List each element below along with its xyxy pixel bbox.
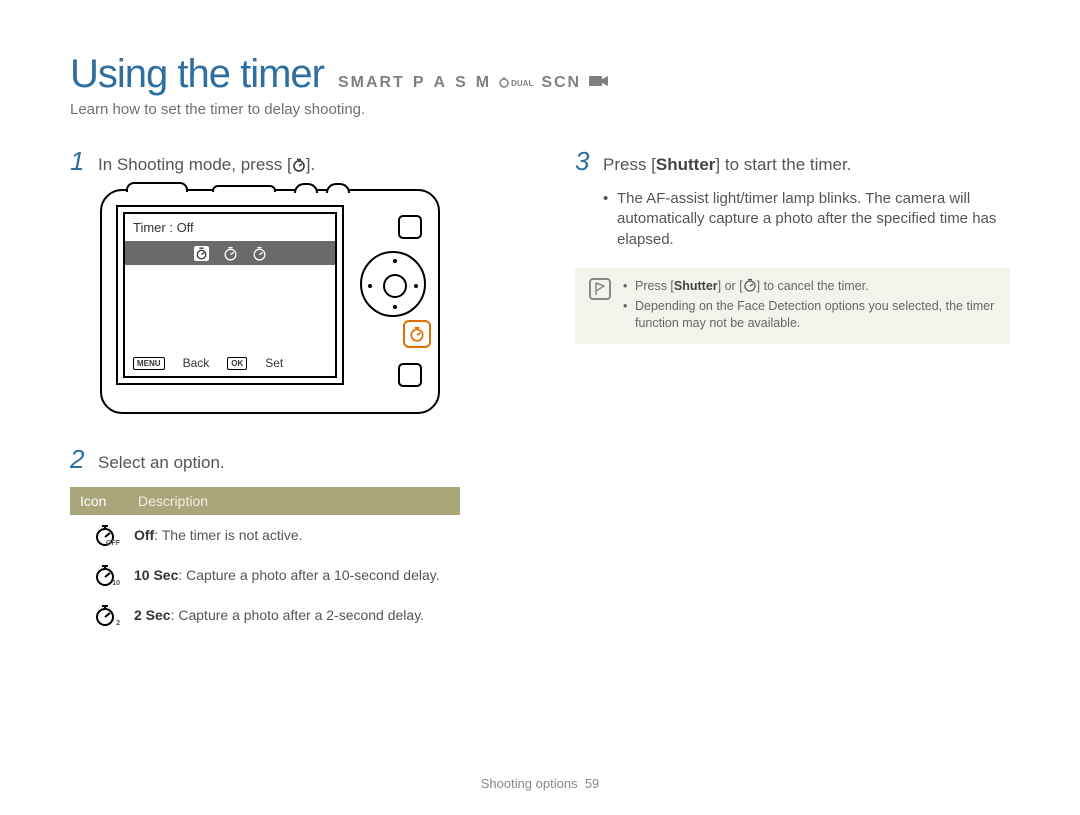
options-table-header: Icon Description	[70, 487, 460, 515]
timer-icon-inline	[743, 278, 757, 292]
camera-dpad	[360, 251, 426, 317]
timer-button-highlight	[403, 320, 431, 348]
option-row-off: OFF Off: The timer is not active.	[70, 515, 460, 555]
option-row-10sec: 10 10 Sec: Capture a photo after a 10-se…	[70, 555, 460, 595]
step-3-bullet: The AF-assist light/timer lamp blinks. T…	[603, 189, 1010, 250]
option-row-2sec: 2 2 Sec: Capture a photo after a 2-secon…	[70, 595, 460, 635]
note-box: Press [Shutter] or [] to cancel the time…	[575, 268, 1010, 345]
camera-button-top	[398, 215, 422, 239]
note-item-1: Press [Shutter] or [] to cancel the time…	[623, 278, 996, 295]
page-title: Using the timer	[70, 52, 324, 97]
mode-p: P	[413, 74, 426, 92]
step-1-number: 1	[70, 146, 88, 177]
page-header: Using the timer SMART P A S M DUAL SCN	[70, 52, 1010, 97]
mode-dual-icon: DUAL	[499, 77, 533, 89]
step-1: 1 In Shooting mode, press [ ].	[70, 146, 505, 177]
footer-section: Shooting options	[481, 776, 578, 791]
mode-m: M	[476, 74, 491, 92]
timer-off-row-icon: OFF	[94, 524, 116, 546]
mode-s: S	[455, 74, 468, 92]
options-table: Icon Description OFF Off: The timer is n…	[70, 487, 460, 635]
timer-10-icon	[223, 246, 238, 261]
page-footer: Shooting options 59	[0, 776, 1080, 791]
camera-button-bottom	[398, 363, 422, 387]
step-3-text: Press [Shutter] to start the timer.	[603, 155, 851, 175]
step-3-number: 3	[575, 146, 593, 177]
timer-10-row-icon: 10	[94, 564, 116, 586]
note-item-2: Depending on the Face Detection options …	[623, 298, 996, 332]
lcd-bottom-bar: MENU Back OK Set	[125, 350, 335, 376]
content-columns: 1 In Shooting mode, press [ ]. Timer : O…	[70, 146, 1010, 635]
menu-key-icon: MENU	[133, 357, 165, 370]
step-3: 3 Press [Shutter] to start the timer.	[575, 146, 1010, 177]
mode-scn: SCN	[541, 74, 581, 92]
ok-key-icon: OK	[227, 357, 247, 370]
step-2-text: Select an option.	[98, 453, 225, 473]
lcd-title: Timer : Off	[125, 214, 335, 241]
mode-a: A	[434, 74, 448, 92]
left-column: 1 In Shooting mode, press [ ]. Timer : O…	[70, 146, 505, 635]
note-icon	[589, 278, 611, 300]
lcd-set-label: Set	[265, 356, 283, 370]
camera-diagram: Timer : Off MENU Back OK Set	[100, 189, 505, 414]
camera-lcd: Timer : Off MENU Back OK Set	[116, 205, 344, 385]
intro-text: Learn how to set the timer to delay shoo…	[70, 101, 1010, 118]
step-3-detail: The AF-assist light/timer lamp blinks. T…	[603, 189, 1010, 250]
timer-2-icon	[252, 246, 267, 261]
timer-off-icon	[194, 246, 209, 261]
note-list: Press [Shutter] or [] to cancel the time…	[623, 278, 996, 335]
step-1-text: In Shooting mode, press [ ].	[98, 155, 315, 175]
lcd-back-label: Back	[183, 356, 210, 370]
options-header-description: Description	[128, 487, 460, 515]
options-header-icon: Icon	[70, 487, 128, 515]
timer-icon	[292, 158, 306, 172]
lcd-option-bar	[125, 241, 335, 265]
mode-strip: SMART P A S M DUAL SCN	[338, 74, 609, 93]
footer-page-number: 59	[585, 776, 599, 791]
step-2-number: 2	[70, 444, 88, 475]
mode-smart: SMART	[338, 74, 405, 92]
right-column: 3 Press [Shutter] to start the timer. Th…	[575, 146, 1010, 635]
mode-movie-icon	[589, 74, 609, 93]
step-2: 2 Select an option.	[70, 444, 505, 475]
timer-2-row-icon: 2	[94, 604, 116, 626]
